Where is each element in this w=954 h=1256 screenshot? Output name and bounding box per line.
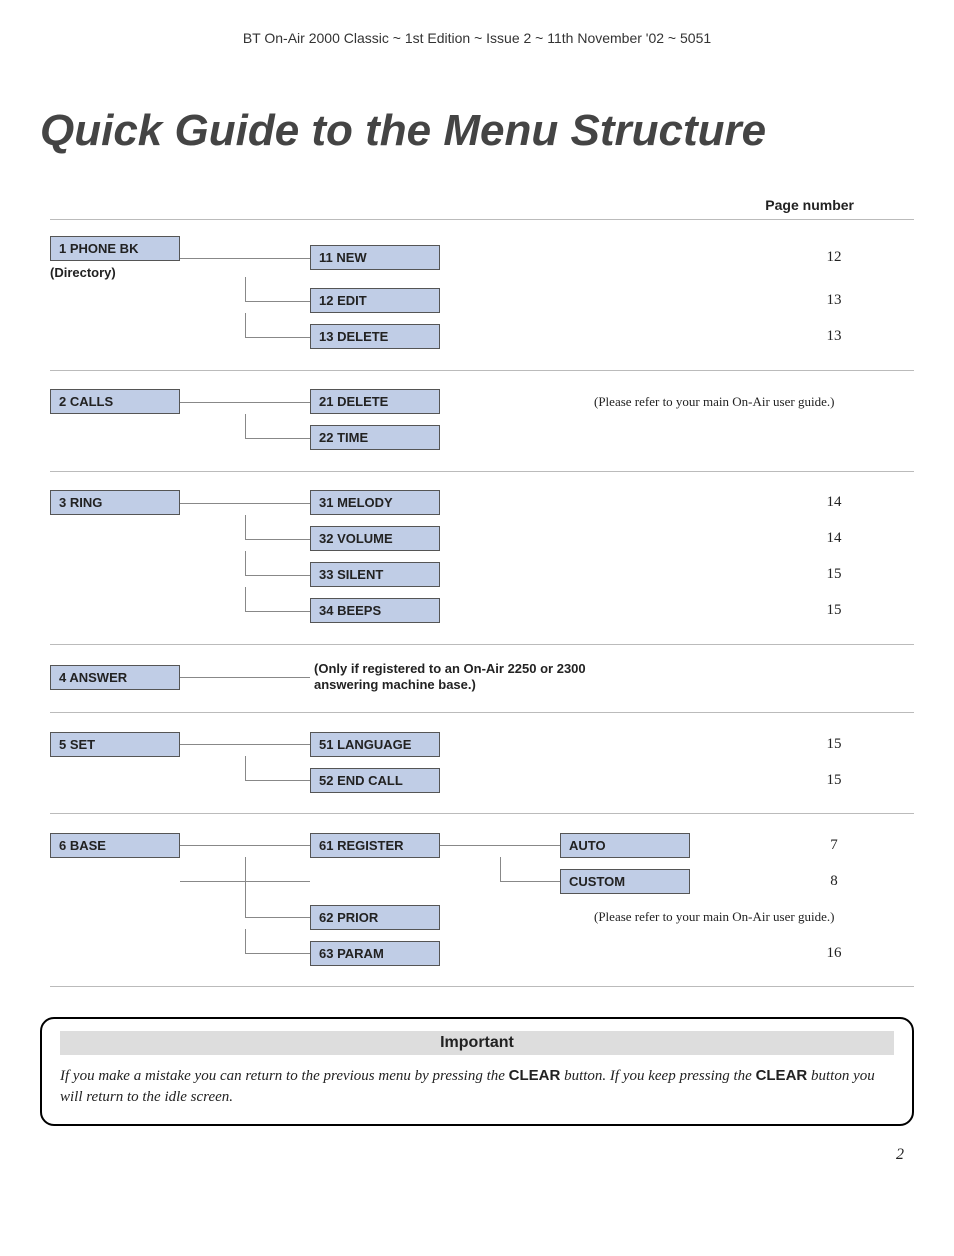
menu-item-language: 51 LANGUAGE — [310, 732, 440, 757]
page-ref: 7 — [754, 837, 914, 854]
page-number: 2 — [40, 1146, 914, 1164]
page-ref: 13 — [754, 292, 914, 309]
menu-group-calls: 2 CALLS 21 DELETE (Please refer to your … — [50, 371, 914, 472]
menu-group-set: 5 SET 51 LANGUAGE 15 52 END CALL 15 — [50, 713, 914, 814]
page-ref: 16 — [754, 945, 914, 962]
important-callout: Important If you make a mistake you can … — [40, 1017, 914, 1126]
menu-item-time: 22 TIME — [310, 425, 440, 450]
page-ref: 14 — [754, 530, 914, 547]
menu-item-volume: 32 VOLUME — [310, 526, 440, 551]
page-ref: 12 — [754, 249, 914, 266]
page-ref: 14 — [754, 494, 914, 511]
menu-item-silent: 33 SILENT — [310, 562, 440, 587]
menu-group-answer: 4 ANSWER (Only if registered to an On-Ai… — [50, 645, 914, 714]
page-title: Quick Guide to the Menu Structure — [40, 106, 914, 157]
clear-keyword: CLEAR — [756, 1067, 808, 1084]
answer-note: (Only if registered to an On-Air 2250 or… — [314, 661, 634, 695]
menu-group-ring: 3 RING 31 MELODY 14 32 VOLUME 14 33 SILE… — [50, 472, 914, 645]
menu-item-delete: 13 DELETE — [310, 324, 440, 349]
menu-item-base: 6 BASE — [50, 833, 180, 858]
menu-item-prior: 62 PRIOR — [310, 905, 440, 930]
important-title: Important — [60, 1031, 894, 1055]
menu-group-phonebk: 1 PHONE BK (Directory) 11 NEW 12 12 EDIT… — [50, 220, 914, 371]
menu-group-base: 6 BASE 61 REGISTER AUTO 7 CUSTOM 8 62 PR… — [50, 814, 914, 987]
menu-item-register: 61 REGISTER — [310, 833, 440, 858]
menu-item-param: 63 PARAM — [310, 941, 440, 966]
menu-item-custom: CUSTOM — [560, 869, 690, 894]
menu-item-auto: AUTO — [560, 833, 690, 858]
page-ref: 15 — [754, 602, 914, 619]
menu-item-ring: 3 RING — [50, 490, 180, 515]
menu-item-answer: 4 ANSWER — [50, 665, 180, 690]
menu-item-calls-delete: 21 DELETE — [310, 389, 440, 414]
page-ref: 15 — [754, 736, 914, 753]
page-ref: 15 — [754, 566, 914, 583]
important-text: If you make a mistake you can return to … — [60, 1068, 509, 1084]
menu-item-phonebk: 1 PHONE BK — [50, 236, 180, 261]
menu-item-beeps: 34 BEEPS — [310, 598, 440, 623]
clear-keyword: CLEAR — [509, 1067, 561, 1084]
column-header-row: Page number — [50, 197, 914, 220]
refer-note: (Please refer to your main On-Air user g… — [594, 394, 914, 410]
important-body: If you make a mistake you can return to … — [60, 1065, 894, 1108]
page-ref: 15 — [754, 772, 914, 789]
menu-structure: Page number 1 PHONE BK (Directory) 11 NE… — [50, 197, 914, 988]
page-ref: 8 — [754, 873, 914, 890]
menu-sub-label: (Directory) — [50, 265, 180, 280]
menu-item-endcall: 52 END CALL — [310, 768, 440, 793]
menu-item-set: 5 SET — [50, 732, 180, 757]
menu-item-new: 11 NEW — [310, 245, 440, 270]
refer-note: (Please refer to your main On-Air user g… — [594, 909, 914, 925]
page-ref: 13 — [754, 328, 914, 345]
important-text: button. If you keep pressing the — [564, 1068, 755, 1084]
menu-item-edit: 12 EDIT — [310, 288, 440, 313]
menu-item-melody: 31 MELODY — [310, 490, 440, 515]
page-number-header: Page number — [765, 197, 914, 213]
document-header: BT On-Air 2000 Classic ~ 1st Edition ~ I… — [40, 30, 914, 46]
menu-item-calls: 2 CALLS — [50, 389, 180, 414]
